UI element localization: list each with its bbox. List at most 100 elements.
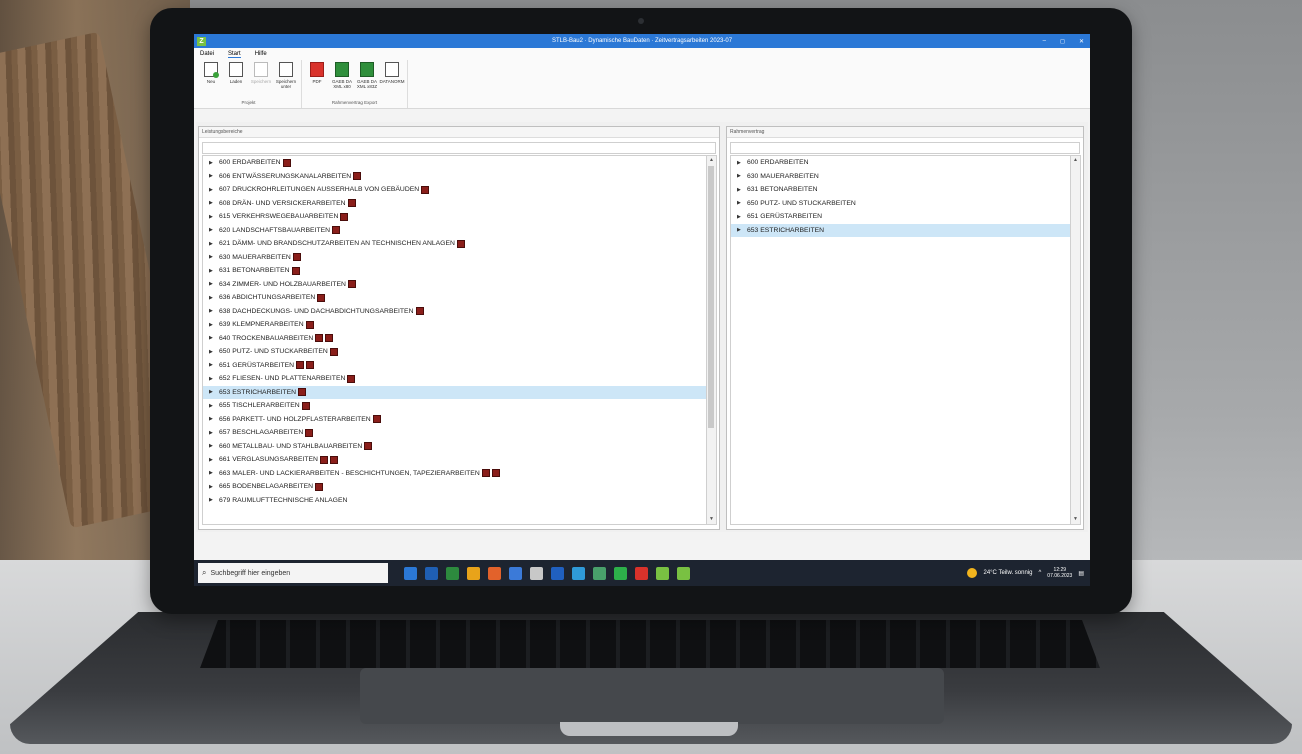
list-item[interactable]: ▶ 615 VERKEHRSWEGEBAUARBEITEN xyxy=(203,210,706,224)
list-item[interactable]: ▶ 631 BETONARBEITEN xyxy=(203,264,706,278)
load-button[interactable]: Laden xyxy=(225,62,247,84)
list-item[interactable]: ▶ 600 ERDARBEITEN xyxy=(731,156,1070,170)
scroll-down-arrow-icon[interactable]: ▼ xyxy=(1071,515,1080,524)
export-pdf-button[interactable]: PDF xyxy=(306,62,328,84)
taskbar-app-icon[interactable] xyxy=(467,566,480,580)
expand-arrow-icon[interactable]: ▶ xyxy=(209,497,219,503)
rahmenvertrag-list[interactable]: ▶ 600 ERDARBEITEN ▶ 630 MAUERARBEITEN ▶ 631 B… xyxy=(730,155,1071,525)
expand-arrow-icon[interactable]: ▶ xyxy=(209,362,219,368)
list-item[interactable]: ▶ 651 GERÜSTARBEITEN xyxy=(203,359,706,373)
taskbar-search[interactable]: ⌕ Suchbegriff hier eingeben xyxy=(198,563,388,583)
expand-arrow-icon[interactable]: ▶ xyxy=(737,187,747,193)
taskbar-app-icon[interactable] xyxy=(572,566,585,580)
taskbar-app-icon[interactable] xyxy=(614,566,627,580)
list-item[interactable]: ▶ 653 ESTRICHARBEITEN xyxy=(203,385,706,399)
list-item[interactable]: ▶ 653 ESTRICHARBEITEN xyxy=(731,223,1070,237)
list-item[interactable]: ▶ 608 DRÄN- UND VERSICKERARBEITEN xyxy=(203,197,706,211)
maximize-button[interactable]: ◻ xyxy=(1060,38,1065,45)
tab-hilfe[interactable]: Hilfe xyxy=(255,51,267,57)
weather-icon[interactable] xyxy=(967,568,978,578)
expand-arrow-icon[interactable]: ▶ xyxy=(209,416,219,422)
tray-chevron-icon[interactable]: ^ xyxy=(1038,570,1041,576)
list-item[interactable]: ▶ 656 PARKETT- UND HOLZPFLASTERARBEITEN xyxy=(203,413,706,427)
taskbar-app-icon[interactable] xyxy=(677,566,690,580)
expand-arrow-icon[interactable]: ▶ xyxy=(737,214,747,220)
list-item[interactable]: ▶ 639 KLEMPNERARBEITEN xyxy=(203,318,706,332)
list-item[interactable]: ▶ 620 LANDSCHAFTSBAUARBEITEN xyxy=(203,224,706,238)
list-item[interactable]: ▶ 600 ERDARBEITEN xyxy=(203,156,706,170)
expand-arrow-icon[interactable]: ▶ xyxy=(209,281,219,287)
tab-datei[interactable]: Datei xyxy=(200,51,214,57)
expand-arrow-icon[interactable]: ▶ xyxy=(209,470,219,476)
expand-arrow-icon[interactable]: ▶ xyxy=(209,457,219,463)
scroll-down-arrow-icon[interactable]: ▼ xyxy=(707,515,716,524)
right-scrollbar[interactable]: ▲ ▼ xyxy=(1070,155,1081,525)
list-item[interactable]: ▶ 634 ZIMMER- UND HOLZBAUARBEITEN xyxy=(203,278,706,292)
left-scrollbar[interactable]: ▲ ▼ xyxy=(706,155,717,525)
right-filter-input[interactable] xyxy=(730,142,1080,154)
expand-arrow-icon[interactable]: ▶ xyxy=(209,295,219,301)
list-item[interactable]: ▶ 665 BODENBELAGARBEITEN xyxy=(203,480,706,494)
expand-arrow-icon[interactable]: ▶ xyxy=(209,214,219,220)
taskbar-app-icon[interactable] xyxy=(530,566,543,580)
expand-arrow-icon[interactable]: ▶ xyxy=(209,349,219,355)
tab-start[interactable]: Start xyxy=(228,51,241,58)
expand-arrow-icon[interactable]: ▶ xyxy=(209,200,219,206)
list-item[interactable]: ▶ 679 RAUMLUFTTECHNISCHE ANLAGEN xyxy=(203,494,706,508)
taskbar-app-icon[interactable] xyxy=(488,566,501,580)
list-item[interactable]: ▶ 657 BESCHLAGARBEITEN xyxy=(203,426,706,440)
expand-arrow-icon[interactable]: ▶ xyxy=(737,200,747,206)
expand-arrow-icon[interactable]: ▶ xyxy=(209,173,219,179)
expand-arrow-icon[interactable]: ▶ xyxy=(209,187,219,193)
save-as-button[interactable]: Speichern unter xyxy=(275,62,297,89)
clock[interactable]: 12:29 07.06.2023 xyxy=(1047,567,1072,579)
list-item[interactable]: ▶ 655 TISCHLERARBEITEN xyxy=(203,399,706,413)
weather-text[interactable]: 24°C Teilw. sonnig xyxy=(983,570,1032,576)
minimize-button[interactable]: – xyxy=(1043,38,1046,45)
expand-arrow-icon[interactable]: ▶ xyxy=(737,160,747,166)
list-item[interactable]: ▶ 660 METALLBAU- UND STAHLBAUARBEITEN xyxy=(203,440,706,454)
list-item[interactable]: ▶ 606 ENTWÄSSERUNGSKANALARBEITEN xyxy=(203,170,706,184)
list-item[interactable]: ▶ 630 MAUERARBEITEN xyxy=(203,251,706,265)
expand-arrow-icon[interactable]: ▶ xyxy=(209,308,219,314)
expand-arrow-icon[interactable]: ▶ xyxy=(209,430,219,436)
taskbar-app-icon[interactable] xyxy=(656,566,669,580)
left-scroll-thumb[interactable] xyxy=(708,166,714,428)
new-button[interactable]: Neu xyxy=(200,62,222,84)
list-item[interactable]: ▶ 621 DÄMM- UND BRANDSCHUTZARBEITEN AN TE… xyxy=(203,237,706,251)
scroll-up-arrow-icon[interactable]: ▲ xyxy=(707,156,716,165)
expand-arrow-icon[interactable]: ▶ xyxy=(209,376,219,382)
scroll-up-arrow-icon[interactable]: ▲ xyxy=(1071,156,1080,165)
list-item[interactable]: ▶ 663 MALER- UND LACKIERARBEITEN - BESCHI… xyxy=(203,467,706,481)
expand-arrow-icon[interactable]: ▶ xyxy=(209,322,219,328)
taskbar-app-icon[interactable] xyxy=(635,566,648,580)
expand-arrow-icon[interactable]: ▶ xyxy=(209,254,219,260)
taskbar-app-icon[interactable] xyxy=(551,566,564,580)
expand-arrow-icon[interactable]: ▶ xyxy=(209,268,219,274)
list-item[interactable]: ▶ 652 FLIESEN- UND PLATTENARBEITEN xyxy=(203,372,706,386)
taskbar-app-icon[interactable] xyxy=(446,566,459,580)
list-item[interactable]: ▶ 638 DACHDECKUNGS- UND DACHABDICHTUNGSAR… xyxy=(203,305,706,319)
expand-arrow-icon[interactable]: ▶ xyxy=(209,443,219,449)
expand-arrow-icon[interactable]: ▶ xyxy=(737,227,747,233)
notification-icon[interactable]: ▤ xyxy=(1078,570,1084,577)
list-item[interactable]: ▶ 651 GERÜSTARBEITEN xyxy=(731,210,1070,224)
taskbar-app-icon[interactable] xyxy=(404,566,417,580)
expand-arrow-icon[interactable]: ▶ xyxy=(209,335,219,341)
export-datanorm-button[interactable]: DATANORM xyxy=(379,62,405,84)
taskbar-app-icon[interactable] xyxy=(593,566,606,580)
list-item[interactable]: ▶ 636 ABDICHTUNGSARBEITEN xyxy=(203,291,706,305)
expand-arrow-icon[interactable]: ▶ xyxy=(209,403,219,409)
expand-arrow-icon[interactable]: ▶ xyxy=(209,227,219,233)
list-item[interactable]: ▶ 630 MAUERARBEITEN xyxy=(731,170,1070,184)
list-item[interactable]: ▶ 650 PUTZ- UND STUCKARBEITEN xyxy=(203,345,706,359)
list-item[interactable]: ▶ 640 TROCKENBAUARBEITEN xyxy=(203,332,706,346)
save-button[interactable]: Speichern xyxy=(250,62,272,84)
close-button[interactable]: ✕ xyxy=(1079,38,1084,45)
list-item[interactable]: ▶ 607 DRUCKROHRLEITUNGEN AUSSERHALB VON G… xyxy=(203,183,706,197)
list-item[interactable]: ▶ 661 VERGLASUNGSARBEITEN xyxy=(203,453,706,467)
leistungsbereiche-list[interactable]: ▶ 600 ERDARBEITEN ▶ 606 ENTWÄSSERUNGSKANALA… xyxy=(202,155,707,525)
expand-arrow-icon[interactable]: ▶ xyxy=(737,173,747,179)
expand-arrow-icon[interactable]: ▶ xyxy=(209,160,219,166)
taskbar-app-icon[interactable] xyxy=(425,566,438,580)
